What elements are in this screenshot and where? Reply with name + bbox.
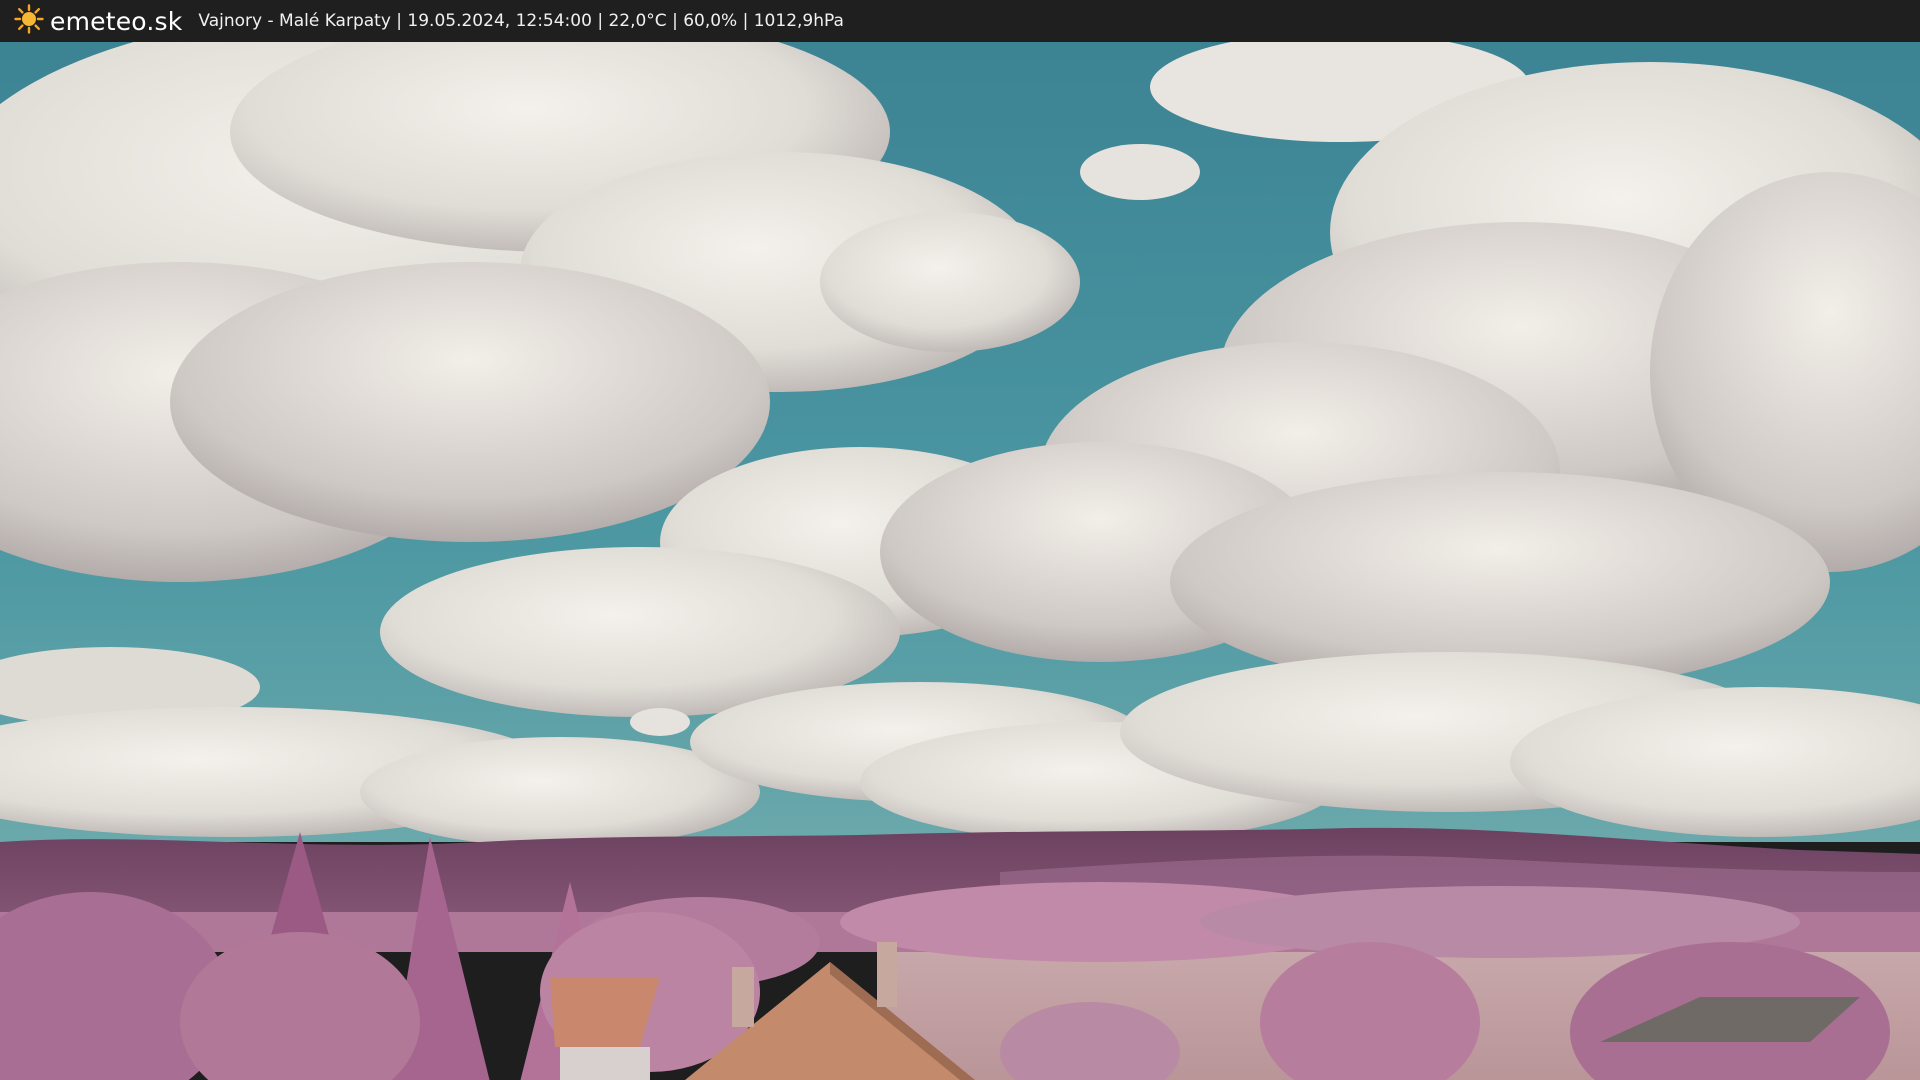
- webcam-image: [0, 42, 1920, 1080]
- webcam-scene: [0, 42, 1920, 1080]
- site-logo[interactable]: emeteo.sk: [14, 4, 182, 38]
- logo-text: emeteo.sk: [50, 6, 183, 36]
- station-caption: Vajnory - Malé Karpaty | 19.05.2024, 12:…: [198, 11, 844, 31]
- sun-icon: [14, 4, 44, 38]
- header-bar: emeteo.sk Vajnory - Malé Karpaty | 19.05…: [0, 0, 1920, 42]
